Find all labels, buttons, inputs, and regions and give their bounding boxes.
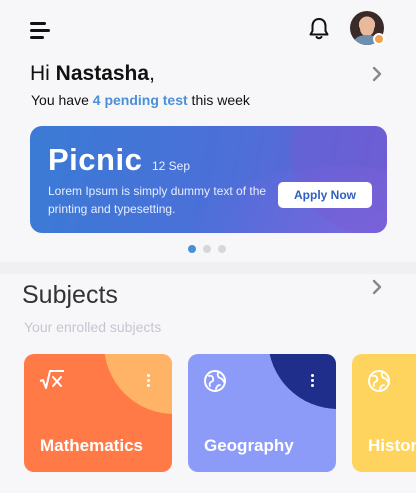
greeting-title: Hi Nastasha,	[30, 62, 155, 86]
sub-prefix: You have	[31, 92, 93, 108]
subject-card-mathematics[interactable]: Mathematics	[24, 354, 172, 472]
banner-title: Picnic	[48, 142, 143, 177]
carousel-dot[interactable]	[203, 245, 211, 253]
chevron-right-icon[interactable]	[370, 66, 384, 82]
carousel-indicator	[188, 245, 226, 253]
carousel-dot-active[interactable]	[188, 245, 196, 253]
subject-card-geography[interactable]: Geography	[188, 354, 336, 472]
user-name: Nastasha	[55, 62, 150, 85]
banner-description: Lorem Ipsum is simply dummy text of the …	[48, 184, 267, 216]
more-vertical-icon[interactable]	[145, 374, 151, 390]
avatar-face	[360, 19, 374, 36]
section-title: Subjects	[22, 281, 118, 309]
bell-icon[interactable]	[307, 16, 331, 42]
subject-label: Geography	[204, 436, 294, 455]
globe-icon	[204, 370, 226, 392]
sub-suffix: this week	[187, 92, 250, 108]
menu-icon[interactable]	[30, 20, 52, 40]
status-badge	[373, 33, 385, 45]
globe-icon	[368, 370, 390, 392]
home-screen: Hi Nastasha, You have 4 pending test thi…	[0, 0, 416, 493]
event-banner[interactable]: Picnic 12 Sep Lorem Ipsum is simply dumm…	[30, 126, 387, 233]
carousel-dot[interactable]	[218, 245, 226, 253]
section-subtitle: Your enrolled subjects	[24, 319, 162, 335]
square-root-icon	[39, 370, 64, 389]
subject-card-history[interactable]: History	[352, 354, 416, 472]
subject-label: Mathematics	[40, 436, 143, 455]
chevron-right-icon[interactable]	[370, 279, 384, 295]
greeting-hi: Hi	[30, 62, 56, 85]
pending-tests-link[interactable]: 4 pending test	[93, 92, 188, 108]
more-vertical-icon[interactable]	[309, 374, 315, 390]
card-decoration	[104, 354, 172, 414]
card-decoration	[268, 354, 336, 409]
greeting-subtitle: You have 4 pending test this week	[31, 92, 250, 108]
section-divider	[0, 262, 416, 274]
apply-now-button[interactable]: Apply Now	[278, 182, 372, 208]
subject-label: History	[368, 436, 416, 455]
greeting-comma: ,	[149, 62, 155, 85]
banner-date: 12 Sep	[152, 159, 191, 173]
